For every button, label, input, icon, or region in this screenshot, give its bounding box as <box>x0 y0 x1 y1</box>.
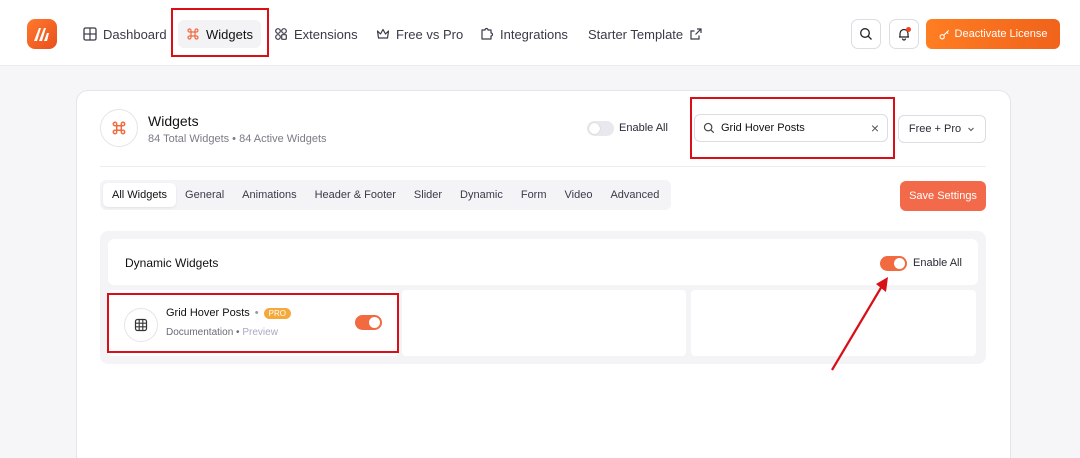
annotation-arrow <box>831 277 888 371</box>
nav-starter-template[interactable]: Starter Template <box>588 20 703 48</box>
header-divider <box>100 166 986 167</box>
category-tabs: All Widgets General Animations Header & … <box>100 180 672 210</box>
plan-filter-select[interactable]: Free + Pro <box>898 115 986 143</box>
puzzle-icon <box>481 27 494 40</box>
widget-count-summary: 84 Total Widgets • 84 Active Widgets <box>148 133 327 145</box>
search-button[interactable] <box>851 19 881 49</box>
nav-dashboard[interactable]: Dashboard <box>83 20 167 48</box>
widget-card-empty <box>402 290 686 356</box>
nav-integrations[interactable]: Integrations <box>480 20 568 48</box>
plan-filter-value: Free + Pro <box>908 123 962 135</box>
nav-extensions[interactable]: Extensions <box>274 20 358 48</box>
annotation-box-widgets-nav <box>171 8 269 57</box>
command-icon <box>112 121 126 135</box>
annotation-box-search <box>690 97 895 159</box>
deactivate-license-label: Deactivate License <box>954 28 1048 40</box>
toggle-knob <box>894 258 905 269</box>
deactivate-license-button[interactable]: Deactivate License <box>926 19 1060 49</box>
nav-starter-template-label: Starter Template <box>588 26 684 42</box>
key-icon <box>939 29 949 39</box>
top-navigation-bar: Dashboard Widgets Extensions Free vs Pro… <box>0 0 1080 66</box>
nav-free-vs-pro-label: Free vs Pro <box>396 26 464 42</box>
extensions-icon <box>275 28 287 40</box>
notification-dot <box>906 27 911 32</box>
section-title: Dynamic Widgets <box>125 256 219 270</box>
external-link-icon <box>690 28 702 40</box>
tab-video[interactable]: Video <box>556 183 602 207</box>
chevron-down-icon <box>968 127 975 132</box>
tab-slider[interactable]: Slider <box>405 183 451 207</box>
app-logo[interactable] <box>27 19 57 49</box>
widgets-header-icon-wrap <box>100 109 138 147</box>
crown-icon <box>376 28 390 39</box>
tab-general[interactable]: General <box>176 183 233 207</box>
tab-all-widgets[interactable]: All Widgets <box>103 183 177 207</box>
annotation-box-widget-card <box>107 293 399 353</box>
save-settings-button[interactable]: Save Settings <box>900 181 986 211</box>
tab-form[interactable]: Form <box>512 183 556 207</box>
page-title: Widgets <box>148 113 199 129</box>
toggle-knob <box>589 123 600 134</box>
tab-animations[interactable]: Animations <box>233 183 305 207</box>
grid-icon <box>83 27 97 41</box>
nav-free-vs-pro[interactable]: Free vs Pro <box>376 20 463 48</box>
enable-all-widgets-toggle[interactable] <box>587 121 614 136</box>
tab-advanced[interactable]: Advanced <box>601 183 668 207</box>
nav-extensions-label: Extensions <box>294 26 358 42</box>
enable-all-widgets-label: Enable All <box>619 122 668 134</box>
tab-header-footer[interactable]: Header & Footer <box>306 183 405 207</box>
search-icon <box>860 28 872 40</box>
nav-dashboard-label: Dashboard <box>103 26 167 42</box>
logo-icon <box>34 28 49 41</box>
notifications-button[interactable] <box>889 19 919 49</box>
enable-all-dynamic-label: Enable All <box>913 257 962 269</box>
enable-all-dynamic-toggle[interactable] <box>880 256 907 271</box>
nav-integrations-label: Integrations <box>500 26 568 42</box>
tab-dynamic[interactable]: Dynamic <box>451 183 512 207</box>
